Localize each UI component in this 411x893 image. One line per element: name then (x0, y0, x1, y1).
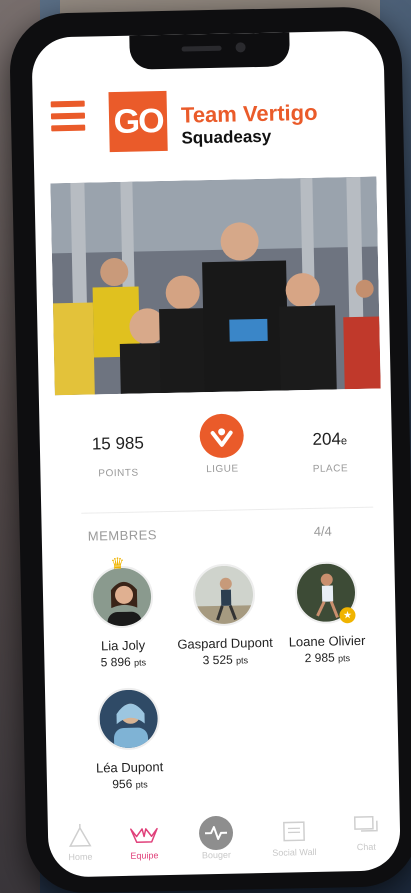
ligue-stat[interactable]: LIGUE (181, 413, 262, 476)
team-logo: GO (108, 90, 168, 153)
members-title: MEMBRES (87, 527, 158, 544)
member-points-line: 3 525 pts (170, 652, 280, 668)
member-points: 2 985 (304, 650, 335, 666)
team-stats: 15 985 POINTS LIGUE 204e PLACE (39, 410, 393, 497)
member-card[interactable]: ★ Loane Olivier 2 985 pts (270, 561, 382, 666)
social-wall-icon (279, 818, 310, 845)
avatar (90, 565, 154, 629)
member-points: 5 896 (100, 654, 131, 670)
member-points-unit: pts (337, 653, 351, 664)
team-name: Team Vertigo (180, 99, 318, 128)
member-name: Lia Joly (100, 637, 146, 654)
member-name: Loane Olivier (288, 632, 366, 650)
place-suffix: e (340, 435, 348, 448)
member-points-unit: pts (135, 779, 148, 790)
tab-label: Bouger (201, 849, 232, 861)
member-card[interactable]: ♛ Lia Joly 5 896 pts (66, 556, 178, 670)
member-card[interactable]: Gaspard Dupont 3 525 pts (168, 563, 280, 668)
tab-equipe[interactable]: Equipe (112, 821, 177, 861)
logo-text: GO (113, 101, 163, 141)
activity-icon (198, 815, 234, 851)
member-card[interactable]: Léa Dupont 956 pts (73, 687, 185, 792)
hamburger-menu-icon[interactable] (50, 100, 86, 136)
crown-icon: ♛ (110, 555, 125, 574)
ligue-icon (199, 413, 245, 459)
bottom-tab-bar: Home Equipe Bouger Social Wall Chat (48, 812, 401, 877)
member-points-line: 5 896 pts (68, 654, 178, 670)
member-points-unit: pts (134, 657, 147, 668)
member-points-line: 956 pts (75, 776, 185, 792)
speaker (181, 45, 222, 52)
app-screen: GO Team Vertigo Squadeasy 15 985 POINTS … (31, 30, 401, 878)
header: GO Team Vertigo Squadeasy (32, 82, 385, 159)
divider (81, 506, 374, 514)
place-value: 204 (312, 429, 342, 449)
points-value: 15 985 (91, 433, 145, 454)
home-icon (65, 823, 96, 850)
tab-label: Home (68, 851, 93, 863)
app-name: Squadeasy (181, 126, 272, 148)
tab-label: Chat (356, 841, 376, 853)
phone-notch (129, 32, 290, 70)
chat-icon (351, 813, 382, 840)
team-icon (129, 821, 160, 848)
camera (235, 42, 246, 53)
member-points: 956 (112, 776, 133, 792)
members-count: 4/4 (313, 523, 332, 539)
member-points-unit: pts (235, 655, 249, 666)
points-label: POINTS (98, 467, 139, 480)
tab-label: Social Wall (272, 846, 317, 858)
avatar (96, 687, 161, 751)
member-points: 3 525 (202, 652, 233, 668)
avatar (192, 563, 256, 627)
ligue-label: LIGUE (206, 463, 239, 476)
place-stat: 204e PLACE (290, 429, 371, 476)
team-photo (50, 176, 381, 396)
points-stat: 15 985 POINTS (78, 433, 159, 480)
member-name: Léa Dupont (95, 759, 164, 776)
medal-badge-icon: ★ (339, 607, 356, 624)
tab-chat[interactable]: Chat (334, 812, 399, 852)
member-points-line: 2 985 pts (272, 650, 382, 666)
member-name: Gaspard Dupont (177, 634, 273, 652)
phone-frame: GO Team Vertigo Squadeasy 15 985 POINTS … (8, 5, 411, 893)
place-label: PLACE (312, 463, 349, 475)
place-value-wrap: 204e (290, 429, 370, 451)
tab-social-wall[interactable]: Social Wall (262, 818, 327, 858)
tab-label: Equipe (130, 850, 159, 861)
tab-bouger[interactable]: Bouger (184, 815, 249, 860)
tab-home[interactable]: Home (48, 822, 113, 862)
